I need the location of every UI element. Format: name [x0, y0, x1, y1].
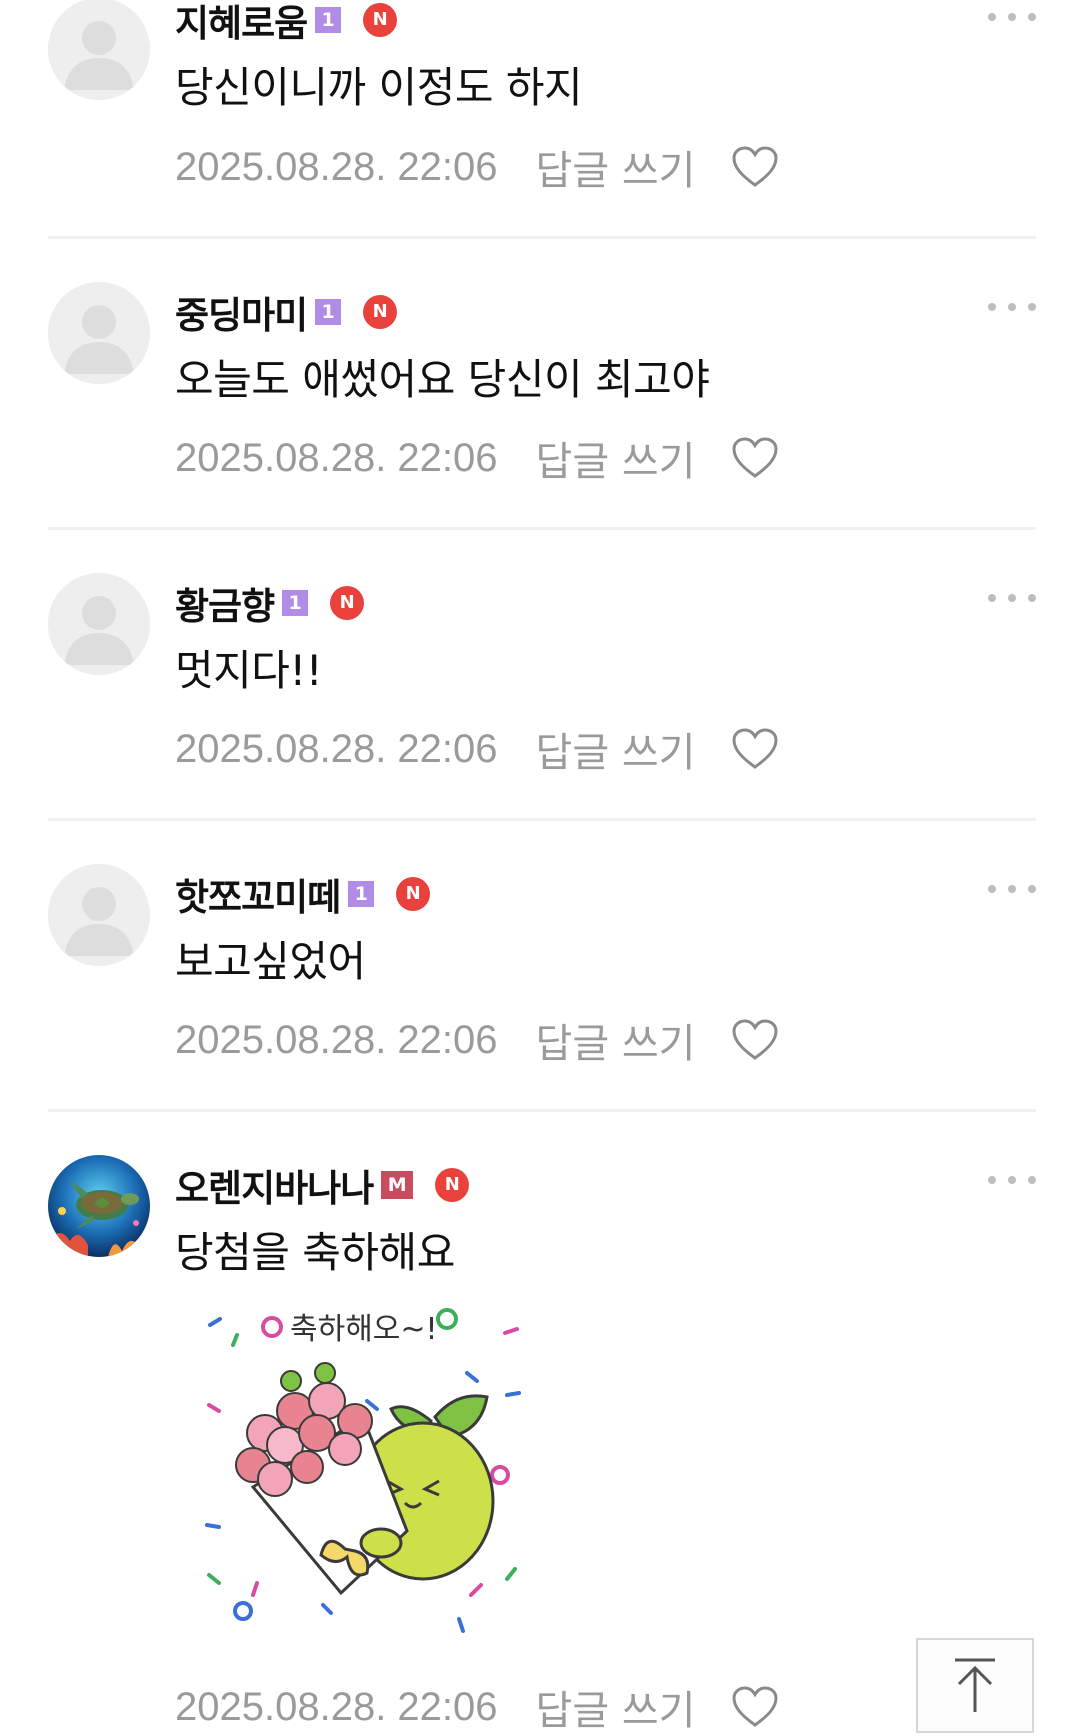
- more-dots-icon: [988, 885, 996, 893]
- reply-button[interactable]: 답글 쓰기: [536, 1678, 696, 1736]
- more-dots-icon: [1028, 303, 1036, 311]
- more-dots-icon: [1028, 1176, 1036, 1184]
- meta-row: 2025.08.28. 22:06 답글 쓰기: [175, 1682, 779, 1734]
- more-options-button[interactable]: [988, 290, 1036, 324]
- nickname[interactable]: 핫쪼꼬미떼: [175, 867, 341, 921]
- comment-text: 보고싶었어: [175, 937, 366, 986]
- nickname[interactable]: 중딩마미: [175, 285, 308, 339]
- reply-button[interactable]: 답글 쓰기: [536, 138, 696, 196]
- comment-text: 당신이니까 이정도 하지: [175, 63, 583, 112]
- avatar[interactable]: [48, 282, 150, 384]
- timestamp: 2025.08.28. 22:06: [175, 435, 498, 480]
- more-dots-icon: [1028, 13, 1036, 21]
- divider: [48, 527, 1036, 530]
- heart-outline-icon[interactable]: [731, 145, 779, 189]
- more-dots-icon: [988, 1176, 996, 1184]
- sticker-caption: 축하해오~!: [290, 1312, 438, 1347]
- scroll-to-top-button[interactable]: [916, 1638, 1034, 1733]
- default-profile-icon: [48, 864, 150, 966]
- more-dots-icon: [1008, 303, 1016, 311]
- timestamp: 2025.08.28. 22:06: [175, 144, 498, 189]
- nickname[interactable]: 지혜로움: [175, 0, 308, 47]
- reply-button[interactable]: 답글 쓰기: [536, 1011, 696, 1069]
- timestamp: 2025.08.28. 22:06: [175, 1684, 498, 1729]
- name-row: 중딩마미 1 N: [175, 292, 398, 337]
- default-profile-icon: [48, 573, 150, 675]
- divider: [48, 236, 1036, 239]
- default-profile-icon: [48, 282, 150, 384]
- more-dots-icon: [1028, 885, 1036, 893]
- more-dots-icon: [1008, 1176, 1016, 1184]
- heart-outline-icon[interactable]: [731, 1018, 779, 1062]
- divider: [48, 1109, 1036, 1112]
- sea-turtle-avatar-image: [48, 1155, 150, 1257]
- more-options-button[interactable]: [988, 0, 1036, 34]
- name-row: 핫쪼꼬미떼 1 N: [175, 874, 431, 919]
- level-badge: 1: [348, 881, 375, 907]
- heart-outline-icon[interactable]: [731, 436, 779, 480]
- new-badge: N: [435, 1168, 470, 1202]
- timestamp: 2025.08.28. 22:06: [175, 1017, 498, 1062]
- new-badge: N: [363, 295, 398, 329]
- more-dots-icon: [1008, 13, 1016, 21]
- more-dots-icon: [1008, 885, 1016, 893]
- nickname[interactable]: 황금향: [175, 576, 275, 630]
- more-dots-icon: [1008, 594, 1016, 602]
- divider: [48, 818, 1036, 821]
- comment-text: 오늘도 애썼어요 당신이 최고야: [175, 355, 710, 404]
- new-badge: N: [363, 3, 398, 37]
- more-options-button[interactable]: [988, 1163, 1036, 1197]
- avatar[interactable]: [48, 0, 150, 100]
- more-options-button[interactable]: [988, 872, 1036, 906]
- more-dots-icon: [988, 303, 996, 311]
- new-badge: N: [330, 586, 365, 620]
- manager-badge: M: [381, 1171, 414, 1199]
- reply-button[interactable]: 답글 쓰기: [536, 720, 696, 778]
- heart-outline-icon[interactable]: [731, 727, 779, 771]
- comment-text: 멋지다!!: [175, 646, 323, 695]
- avatar[interactable]: [48, 864, 150, 966]
- more-options-button[interactable]: [988, 581, 1036, 615]
- meta-row: 2025.08.28. 22:06 답글 쓰기: [175, 142, 779, 194]
- meta-row: 2025.08.28. 22:06 답글 쓰기: [175, 724, 779, 776]
- comment-text: 당첨을 축하해요: [175, 1228, 455, 1277]
- level-badge: 1: [315, 299, 342, 325]
- level-badge: 1: [282, 590, 309, 616]
- name-row: 오렌지바나나 M N: [175, 1165, 470, 1210]
- level-badge: 1: [315, 7, 342, 33]
- more-dots-icon: [988, 13, 996, 21]
- name-row: 황금향 1 N: [175, 583, 365, 628]
- nickname[interactable]: 오렌지바나나: [175, 1158, 374, 1212]
- more-dots-icon: [988, 594, 996, 602]
- avatar[interactable]: [48, 573, 150, 675]
- heart-outline-icon[interactable]: [731, 1685, 779, 1729]
- arrow-up-to-top-icon: [955, 1658, 995, 1712]
- meta-row: 2025.08.28. 22:06 답글 쓰기: [175, 1015, 779, 1067]
- meta-row: 2025.08.28. 22:06 답글 쓰기: [175, 433, 779, 485]
- name-row: 지혜로움 1 N: [175, 0, 398, 45]
- congratulations-sticker[interactable]: 축하해오~!: [195, 1305, 575, 1645]
- new-badge: N: [396, 877, 431, 911]
- more-dots-icon: [1028, 594, 1036, 602]
- reply-button[interactable]: 답글 쓰기: [536, 429, 696, 487]
- default-profile-icon: [48, 0, 150, 100]
- avatar[interactable]: [48, 1155, 150, 1257]
- timestamp: 2025.08.28. 22:06: [175, 726, 498, 771]
